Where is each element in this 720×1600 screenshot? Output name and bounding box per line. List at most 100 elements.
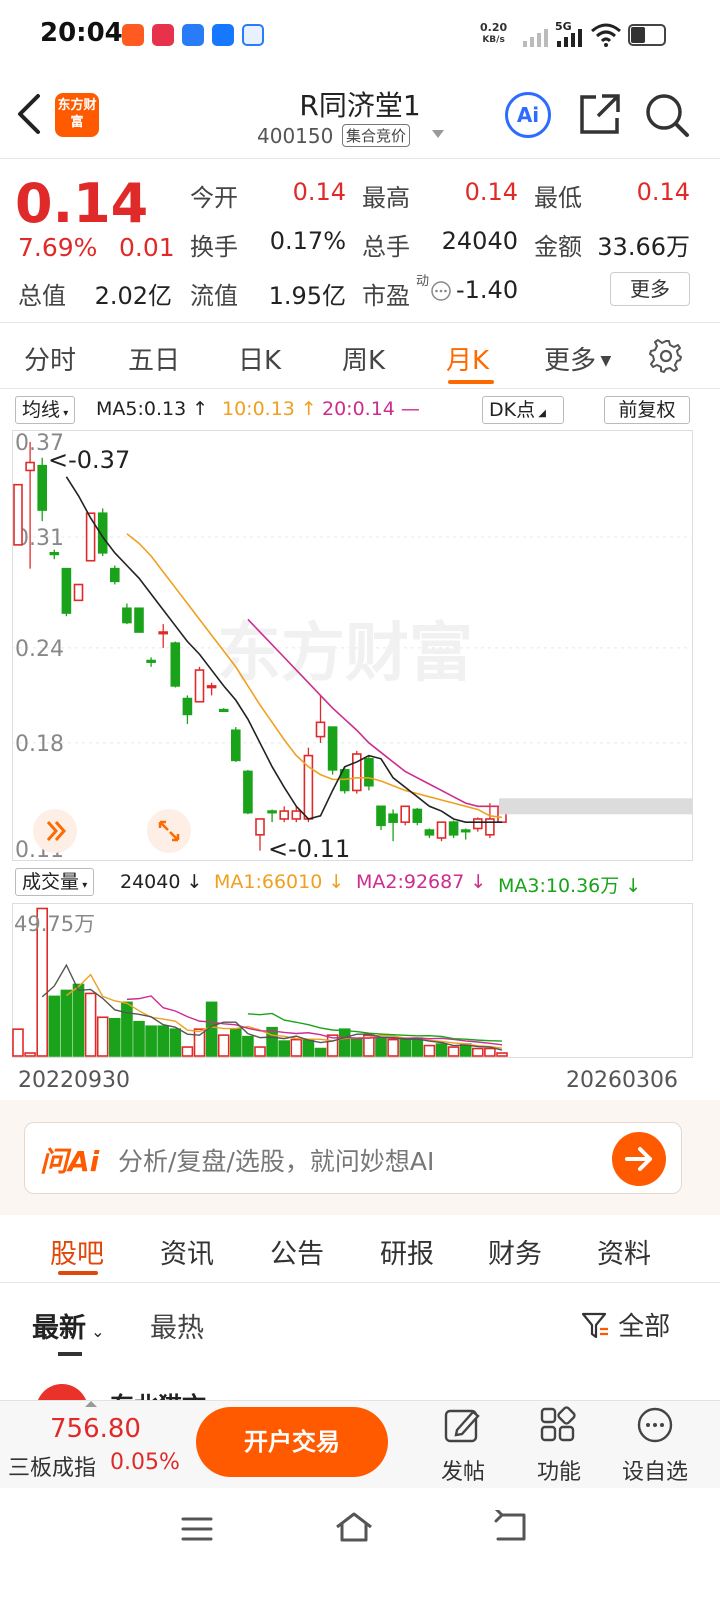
tab-guba[interactable]: 股吧 — [50, 1232, 104, 1271]
tab-financials[interactable]: 财务 — [488, 1232, 542, 1271]
low-value: 0.14 — [636, 178, 690, 206]
dk-point-selector[interactable]: DK点 ◢ — [482, 396, 564, 424]
home-icon[interactable] — [334, 1510, 374, 1544]
back-icon[interactable] — [14, 92, 44, 136]
volume-bar — [290, 1038, 303, 1057]
volume-bar — [350, 1037, 363, 1057]
battery-icon — [628, 24, 666, 46]
candle — [134, 607, 144, 633]
caret-corner-icon: ◢ — [535, 408, 546, 419]
add-watchlist-button[interactable]: 设自选 — [610, 1406, 700, 1486]
adjust-mode-button[interactable]: 前复权 — [604, 396, 690, 424]
index-name[interactable]: 三板成指 — [8, 1450, 96, 1482]
candle — [364, 755, 374, 791]
active-tab-indicator — [448, 380, 494, 384]
amount-label: 金额 — [534, 233, 582, 261]
ai-search-placeholder: 分析/复盘/选股，就问妙想AI — [118, 1147, 435, 1176]
active-sort-indicator — [58, 1352, 82, 1356]
sort-hottest[interactable]: 最热 — [150, 1306, 204, 1345]
index-change[interactable]: 0.05% — [110, 1450, 180, 1475]
caret-down-icon: ▾ — [60, 408, 69, 419]
volume-bar — [230, 1028, 242, 1057]
volume-bar — [48, 995, 61, 1057]
expand-sidebar-button[interactable] — [32, 808, 78, 854]
status-bar: 20:04 0.20 KB/s 5G — [0, 0, 720, 70]
tab-announcements[interactable]: 公告 — [270, 1232, 324, 1271]
stock-title: R同济堂1 — [299, 89, 421, 122]
tab-profile[interactable]: 资料 — [597, 1232, 651, 1271]
ai-assistant-button[interactable]: Ai — [505, 92, 551, 138]
tab-five-day[interactable]: 五日 — [128, 340, 180, 377]
eastmoney-logo[interactable]: 东方财富 — [55, 93, 99, 137]
volume-bar — [484, 1047, 496, 1057]
caret-up-icon[interactable] — [84, 1400, 98, 1408]
sort-latest-label: 最新 — [32, 1313, 86, 1344]
menu-icon[interactable] — [180, 1514, 214, 1544]
candle — [351, 750, 362, 794]
status-time: 20:04 — [40, 18, 123, 48]
volume-bar — [496, 1052, 508, 1057]
search-icon[interactable] — [644, 92, 690, 138]
volume-bar — [96, 1016, 109, 1057]
post-button[interactable]: 发帖 — [418, 1406, 508, 1486]
candle — [327, 726, 338, 775]
volume-bar — [302, 1038, 315, 1057]
back-nav-icon[interactable] — [492, 1510, 528, 1544]
volume-label: 总手 — [362, 233, 410, 261]
tab-weekly-k[interactable]: 周K — [342, 340, 385, 377]
tab-intraday[interactable]: 分时 — [24, 340, 76, 377]
change-amount: 0.01 — [119, 233, 175, 262]
volume-bar — [411, 1037, 424, 1057]
volume-value: 24040 — [441, 227, 518, 255]
candle — [436, 821, 447, 842]
candle — [400, 805, 411, 826]
fullscreen-icon[interactable] — [146, 808, 192, 854]
open-account-trade-button[interactable]: 开户交易 — [196, 1407, 388, 1477]
notification-app-icon — [242, 24, 264, 46]
tab-monthly-k[interactable]: 月K — [446, 340, 489, 377]
volume-bar — [423, 1044, 436, 1057]
kline-chart[interactable]: 东方财富0.370.310.240.180.11<-0.37<-0.11 — [12, 430, 693, 861]
volume-bar — [157, 1025, 169, 1057]
filter-all-button[interactable]: 全部 — [580, 1306, 670, 1343]
volume-bar — [24, 1052, 36, 1057]
notification-app-icon — [152, 24, 174, 46]
tab-daily-k[interactable]: 日K — [238, 340, 281, 377]
arrow-right-icon[interactable] — [612, 1132, 666, 1186]
chevron-down-icon[interactable] — [432, 130, 444, 138]
sort-latest[interactable]: 最新 ⌄ — [32, 1306, 105, 1345]
volume-chart[interactable]: 49.75万 — [12, 903, 693, 1058]
function-button[interactable]: 功能 — [514, 1406, 604, 1486]
ma-indicator-selector[interactable]: 均线 ▾ — [15, 396, 76, 424]
volume-bar — [12, 1028, 24, 1057]
trading-mode-tag[interactable]: 集合竞价 — [342, 124, 411, 147]
more-dots-icon[interactable] — [430, 280, 452, 302]
share-icon[interactable] — [578, 92, 622, 136]
tab-more[interactable]: 更多 ▼ — [544, 340, 611, 377]
volume-bar — [447, 1046, 460, 1057]
market-cap-value: 2.02亿 — [94, 282, 172, 310]
more-quote-button[interactable]: 更多 — [610, 272, 690, 306]
volume-bar — [133, 1020, 145, 1057]
index-value[interactable]: 756.80 — [50, 1414, 141, 1444]
signal-icon — [523, 29, 548, 47]
settings-gear-icon[interactable] — [648, 338, 684, 374]
volume-bar — [435, 1043, 448, 1057]
amount-value: 33.66万 — [597, 233, 690, 261]
volume-bar — [399, 1038, 412, 1057]
volume-indicator-selector[interactable]: 成交量 ▾ — [15, 868, 95, 896]
low-annotation: <-0.11 — [268, 835, 350, 861]
current-price: 0.14 — [15, 172, 149, 235]
candle — [243, 769, 253, 815]
candle — [110, 565, 120, 585]
chevron-down-icon: ⌄ — [86, 1322, 105, 1341]
high-label: 最高 — [362, 184, 410, 212]
active-content-tab-indicator — [58, 1271, 98, 1275]
float-cap-label: 流值 — [190, 282, 238, 310]
candle — [170, 641, 181, 688]
signal-5g-icon — [557, 29, 582, 47]
tab-news[interactable]: 资讯 — [160, 1232, 214, 1271]
tab-research[interactable]: 研报 — [380, 1232, 434, 1271]
candle — [194, 666, 205, 703]
volume-bar — [121, 1001, 133, 1057]
